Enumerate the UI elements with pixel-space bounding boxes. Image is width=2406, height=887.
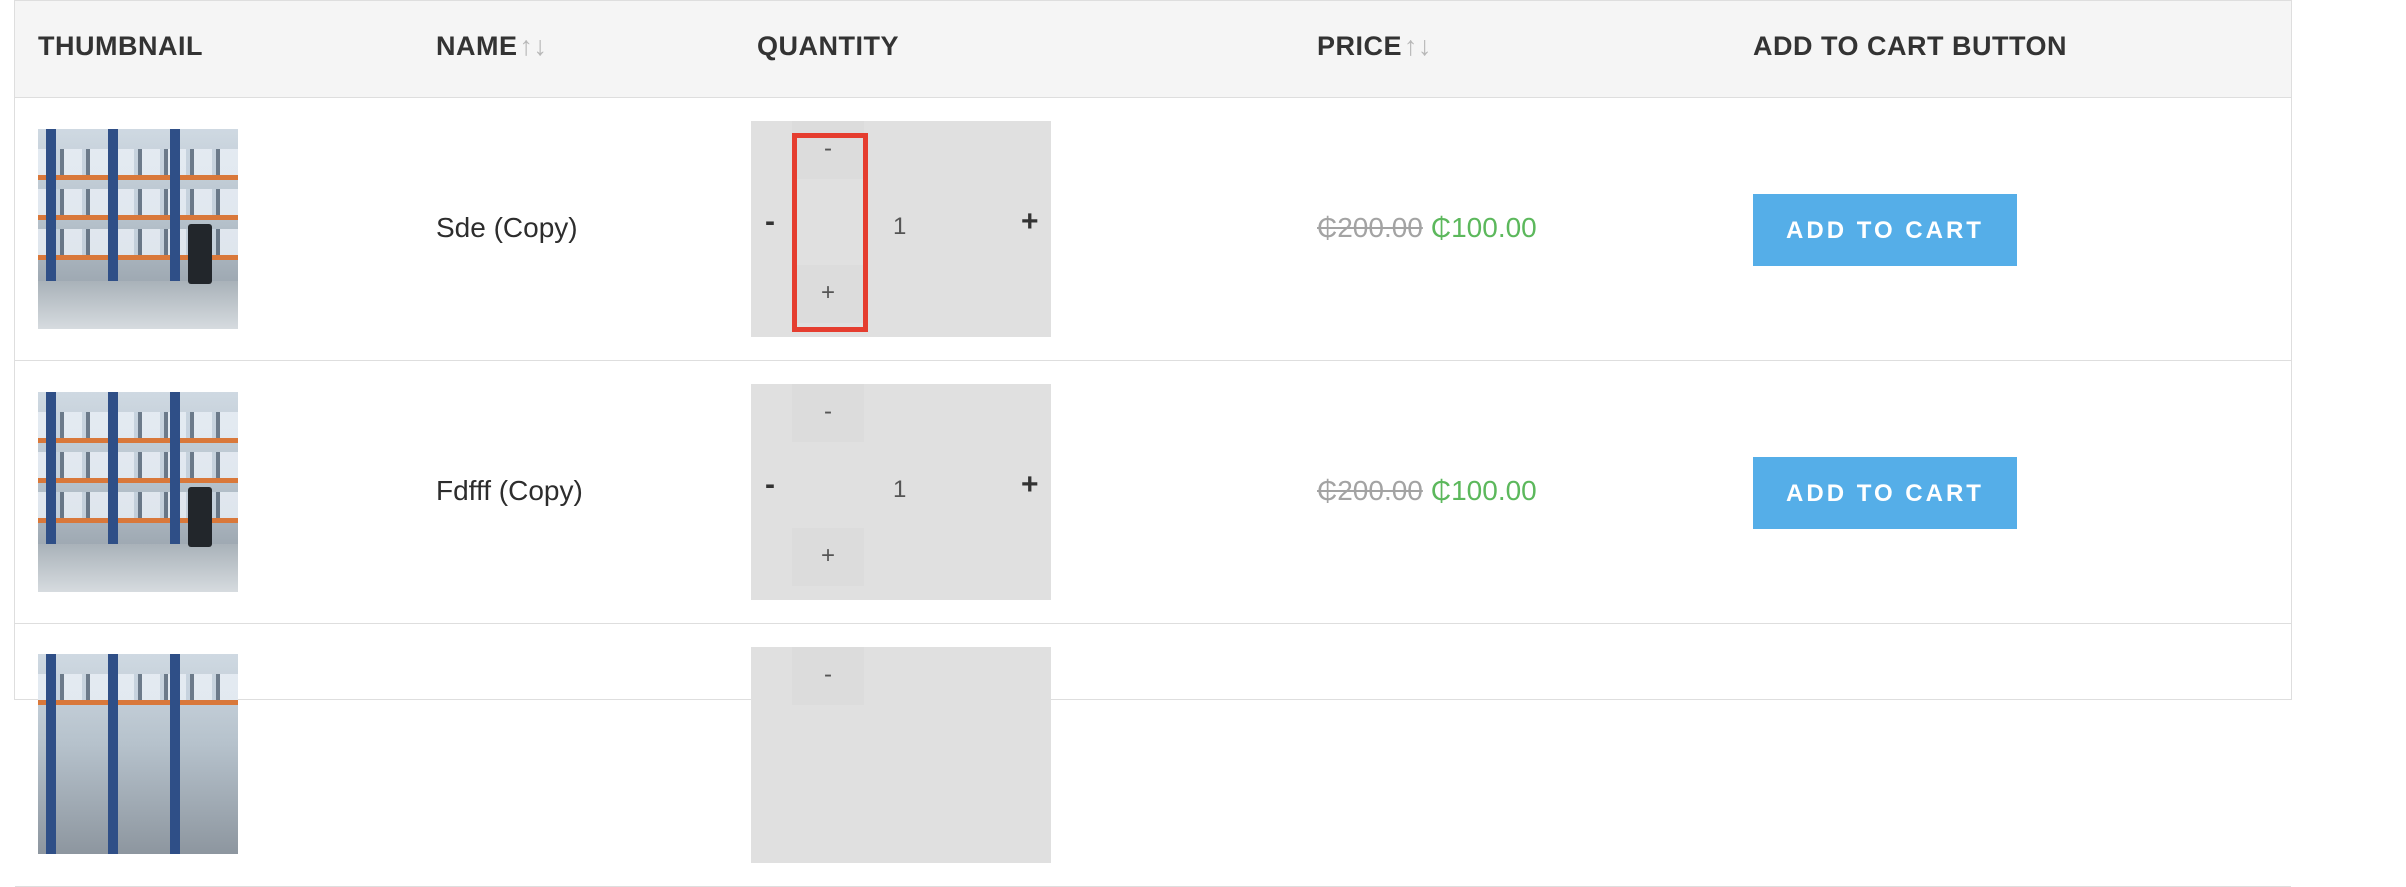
add-to-cart-button[interactable]: ADD TO CART <box>1753 457 2017 529</box>
small-minus-button[interactable]: - <box>792 647 864 705</box>
product-thumbnail[interactable] <box>38 392 238 592</box>
table-row: - <box>15 624 2291 887</box>
product-price: ₵200.00 ₵100.00 <box>1317 475 1537 507</box>
quantity-side-spacer <box>792 442 864 542</box>
sale-price: ₵100.00 <box>1430 212 1537 243</box>
increase-button[interactable]: + <box>1021 468 1039 502</box>
header-name[interactable]: NAME↑↓ <box>436 31 548 62</box>
table-row: Sde (Copy) - + - 1 + ₵200.00 ₵100.00 ADD … <box>15 98 2291 361</box>
header-quantity: QUANTITY <box>757 31 899 61</box>
header-add-to-cart: ADD TO CART BUTTON <box>1753 31 2067 61</box>
small-plus-button[interactable]: + <box>792 528 864 586</box>
add-to-cart-button[interactable]: ADD TO CART <box>1753 194 2017 266</box>
header-price[interactable]: PRICE↑↓ <box>1317 31 1432 62</box>
header-name-label: NAME <box>436 31 518 61</box>
quantity-side-controls: - <box>792 647 864 863</box>
small-minus-button[interactable]: - <box>792 384 864 442</box>
regular-price: ₵200.00 <box>1317 475 1423 506</box>
quantity-stepper: - <box>751 647 1051 863</box>
quantity-input[interactable]: 1 <box>893 213 906 241</box>
quantity-side-controls: - + <box>792 384 864 600</box>
regular-price: ₵200.00 <box>1317 212 1423 243</box>
increase-button[interactable]: + <box>1021 205 1039 239</box>
table-header: THUMBNAIL NAME↑↓ QUANTITY PRICE↑↓ ADD TO… <box>15 1 2291 98</box>
product-name[interactable]: Fdfff (Copy) <box>436 475 583 507</box>
decrease-button[interactable]: - <box>765 205 775 239</box>
header-price-label: PRICE <box>1317 31 1403 61</box>
product-table: THUMBNAIL NAME↑↓ QUANTITY PRICE↑↓ ADD TO… <box>14 0 2292 887</box>
table-row: Fdfff (Copy) - + - 1 + ₵200.00 ₵100.00 AD… <box>15 361 2291 624</box>
product-thumbnail[interactable] <box>38 654 238 854</box>
sort-arrows-icon[interactable]: ↑↓ <box>1404 31 1432 61</box>
quantity-stepper: - + - 1 + <box>751 384 1051 600</box>
quantity-input[interactable]: 1 <box>893 476 906 504</box>
highlight-box <box>792 133 868 332</box>
sort-arrows-icon[interactable]: ↑↓ <box>520 31 548 61</box>
product-name[interactable]: Sde (Copy) <box>436 212 578 244</box>
product-price: ₵200.00 ₵100.00 <box>1317 212 1537 244</box>
decrease-button[interactable]: - <box>765 468 775 502</box>
sale-price: ₵100.00 <box>1430 475 1537 506</box>
product-thumbnail[interactable] <box>38 129 238 329</box>
header-thumbnail: THUMBNAIL <box>38 31 203 61</box>
